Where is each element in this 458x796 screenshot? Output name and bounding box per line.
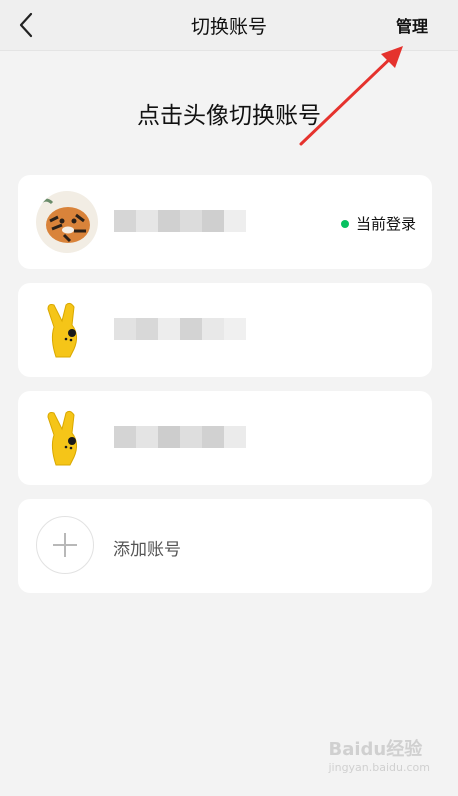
plus-icon	[53, 533, 77, 557]
current-login-status: 当前登录	[340, 213, 416, 234]
annotation-arrow-icon	[299, 46, 403, 146]
add-account-card[interactable]: 添加账号	[18, 499, 432, 593]
tiger-avatar[interactable]	[36, 191, 98, 253]
manage-button[interactable]: 管理	[396, 13, 428, 37]
account-card[interactable]	[18, 391, 432, 485]
yellow-glove-avatar[interactable]	[36, 299, 98, 361]
add-account-button[interactable]	[36, 516, 94, 574]
baidu-watermark: Baidu经验 jingyan.baidu.com	[328, 735, 430, 774]
watermark-url: jingyan.baidu.com	[328, 761, 430, 774]
watermark-brand: Baidu经验	[328, 739, 423, 760]
page-title: 切换账号	[190, 16, 267, 38]
status-dot-icon	[340, 219, 349, 228]
yellow-glove-avatar[interactable]	[36, 407, 98, 469]
account-card[interactable]	[18, 283, 432, 377]
add-account-label: 添加账号	[113, 540, 181, 560]
account-name-pixelated	[114, 417, 246, 457]
account-name-pixelated	[114, 309, 246, 349]
account-card-current[interactable]: 当前登录	[18, 175, 432, 269]
status-label: 当前登录	[355, 215, 416, 233]
account-name-pixelated	[114, 201, 246, 241]
switch-account-heading: 点击头像切换账号	[137, 103, 321, 129]
